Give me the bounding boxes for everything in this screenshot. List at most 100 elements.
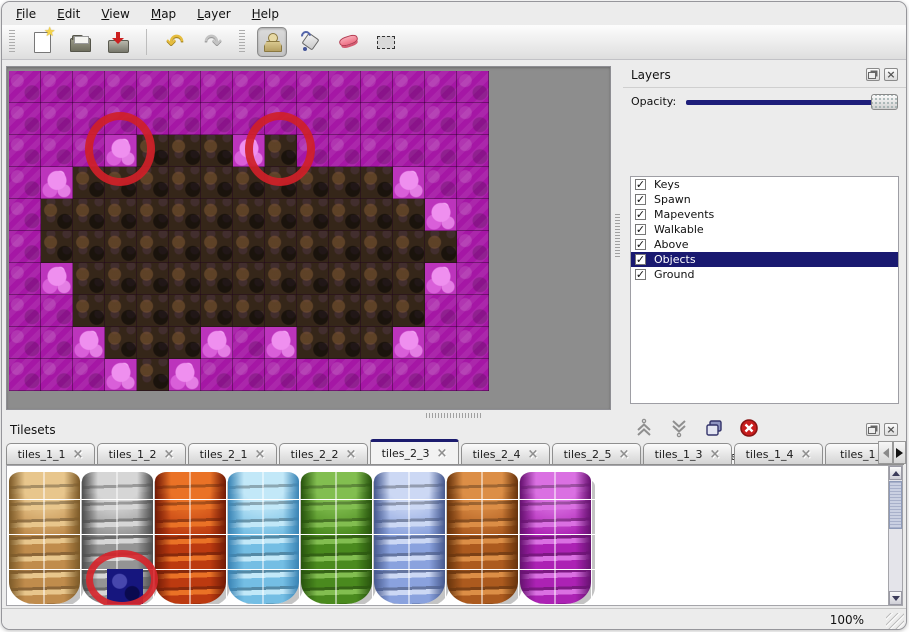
map-tile-4-4[interactable] xyxy=(137,199,169,231)
splitter-grip[interactable] xyxy=(426,413,482,418)
menu-edit[interactable]: Edit xyxy=(51,4,86,24)
map-tile-7-10[interactable] xyxy=(329,295,361,327)
map-tile-9-12[interactable] xyxy=(393,359,425,391)
map-tile-4-0[interactable] xyxy=(9,199,41,231)
tileset-pillar-crystal-blue-fur[interactable] xyxy=(374,472,445,604)
map-tile-4-14[interactable] xyxy=(457,199,489,231)
layer-row-spawn[interactable]: ✓Spawn xyxy=(631,192,898,207)
map-tile-5-6[interactable] xyxy=(201,231,233,263)
map-tile-9-4[interactable] xyxy=(137,359,169,391)
layers-panel-close-button[interactable]: × xyxy=(884,68,898,81)
map-tile-3-0[interactable] xyxy=(9,167,41,199)
map-tile-6-11[interactable] xyxy=(361,263,393,295)
tab-close-icon[interactable]: × xyxy=(801,450,812,460)
map-tile-6-3[interactable] xyxy=(105,263,137,295)
map-tile-5-0[interactable] xyxy=(9,231,41,263)
map-tile-9-8[interactable] xyxy=(265,359,297,391)
map-tile-6-10[interactable] xyxy=(329,263,361,295)
map-tile-7-2[interactable] xyxy=(73,295,105,327)
map-tile-2-11[interactable] xyxy=(361,135,393,167)
map-tile-5-11[interactable] xyxy=(361,231,393,263)
map-tile-8-1[interactable] xyxy=(41,327,73,359)
map-tile-1-12[interactable] xyxy=(393,103,425,135)
tileset-pillar-fire-fur[interactable] xyxy=(155,472,226,604)
map-tile-7-7[interactable] xyxy=(233,295,265,327)
tileset-tab-tiles_2_2[interactable]: tiles_2_2× xyxy=(279,443,368,465)
map-tile-6-0[interactable] xyxy=(9,263,41,295)
map-tile-9-14[interactable] xyxy=(457,359,489,391)
map-tile-7-5[interactable] xyxy=(169,295,201,327)
tilesets-panel-close-button[interactable]: × xyxy=(884,423,898,436)
map-tile-6-13[interactable] xyxy=(425,263,457,295)
layers-panel-float-button[interactable] xyxy=(866,68,880,81)
tab-scroll-right-button[interactable] xyxy=(893,441,906,464)
layer-checkbox[interactable]: ✓ xyxy=(635,209,646,220)
tileset-pillar-magenta-fur[interactable] xyxy=(520,472,591,604)
tileset-tab-tiles_1_1[interactable]: tiles_1_1× xyxy=(6,443,95,465)
tab-close-icon[interactable]: × xyxy=(528,450,539,460)
tileset-tab-tiles_2_4[interactable]: tiles_2_4× xyxy=(461,443,550,465)
map-tile-5-7[interactable] xyxy=(233,231,265,263)
save-file-button[interactable] xyxy=(103,27,133,57)
tileset-pillar-green-fur[interactable] xyxy=(301,472,372,604)
map-tile-0-12[interactable] xyxy=(393,71,425,103)
toolbar-drag-grip-2[interactable] xyxy=(239,30,245,54)
map-tile-3-5[interactable] xyxy=(169,167,201,199)
map-canvas[interactable] xyxy=(9,71,489,391)
map-tile-0-5[interactable] xyxy=(169,71,201,103)
map-tile-0-4[interactable] xyxy=(137,71,169,103)
tileset-pillar-tan-fur[interactable] xyxy=(9,472,80,604)
tileset-pillar-rust-fur[interactable] xyxy=(447,472,518,604)
map-tile-8-8[interactable] xyxy=(265,327,297,359)
tileset-pillar-sky-blue-fur[interactable] xyxy=(228,472,299,604)
map-tile-0-6[interactable] xyxy=(201,71,233,103)
map-tile-2-10[interactable] xyxy=(329,135,361,167)
opacity-slider-track[interactable] xyxy=(686,100,894,105)
map-tile-1-1[interactable] xyxy=(41,103,73,135)
map-tile-5-5[interactable] xyxy=(169,231,201,263)
map-tile-9-9[interactable] xyxy=(297,359,329,391)
menu-view[interactable]: View xyxy=(95,4,135,24)
map-tile-3-11[interactable] xyxy=(361,167,393,199)
select-tool-button[interactable] xyxy=(371,27,401,57)
new-file-button[interactable] xyxy=(27,27,57,57)
map-tile-8-9[interactable] xyxy=(297,327,329,359)
map-tile-3-13[interactable] xyxy=(425,167,457,199)
map-tile-grid[interactable] xyxy=(9,71,489,391)
tileset-tab-tiles_1_3[interactable]: tiles_1_3× xyxy=(643,443,732,465)
map-tile-6-9[interactable] xyxy=(297,263,329,295)
tileset-tab-tiles_2_1[interactable]: tiles_2_1× xyxy=(188,443,277,465)
map-tile-5-3[interactable] xyxy=(105,231,137,263)
map-tile-8-4[interactable] xyxy=(137,327,169,359)
tileset-tab-tiles_2_5[interactable]: tiles_2_5× xyxy=(552,443,641,465)
menu-file[interactable]: File xyxy=(10,4,42,24)
map-tile-5-9[interactable] xyxy=(297,231,329,263)
map-tile-5-10[interactable] xyxy=(329,231,361,263)
layer-checkbox[interactable]: ✓ xyxy=(635,224,646,235)
map-tile-5-1[interactable] xyxy=(41,231,73,263)
map-tile-6-2[interactable] xyxy=(73,263,105,295)
undo-button[interactable]: ↶ xyxy=(160,27,190,57)
map-tile-0-10[interactable] xyxy=(329,71,361,103)
map-tile-4-6[interactable] xyxy=(201,199,233,231)
map-tile-4-1[interactable] xyxy=(41,199,73,231)
vertical-splitter[interactable] xyxy=(612,62,623,410)
map-tile-7-13[interactable] xyxy=(425,295,457,327)
tilesets-panel-float-button[interactable] xyxy=(866,423,880,436)
map-tile-9-5[interactable] xyxy=(169,359,201,391)
map-tile-6-1[interactable] xyxy=(41,263,73,295)
tileset-view[interactable] xyxy=(6,465,890,606)
map-tile-2-13[interactable] xyxy=(425,135,457,167)
map-tile-1-14[interactable] xyxy=(457,103,489,135)
map-tile-7-11[interactable] xyxy=(361,295,393,327)
layer-row-above[interactable]: ✓Above xyxy=(631,237,898,252)
map-tile-9-3[interactable] xyxy=(105,359,137,391)
map-tile-2-14[interactable] xyxy=(457,135,489,167)
layer-list[interactable]: ✓Keys✓Spawn✓Mapevents✓Walkable✓Above✓Obj… xyxy=(630,176,899,404)
map-tile-7-0[interactable] xyxy=(9,295,41,327)
tab-close-icon[interactable]: × xyxy=(437,449,448,459)
layer-checkbox[interactable]: ✓ xyxy=(635,254,646,265)
map-tile-6-8[interactable] xyxy=(265,263,297,295)
layer-row-keys[interactable]: ✓Keys xyxy=(631,177,898,192)
layer-checkbox[interactable]: ✓ xyxy=(635,179,646,190)
